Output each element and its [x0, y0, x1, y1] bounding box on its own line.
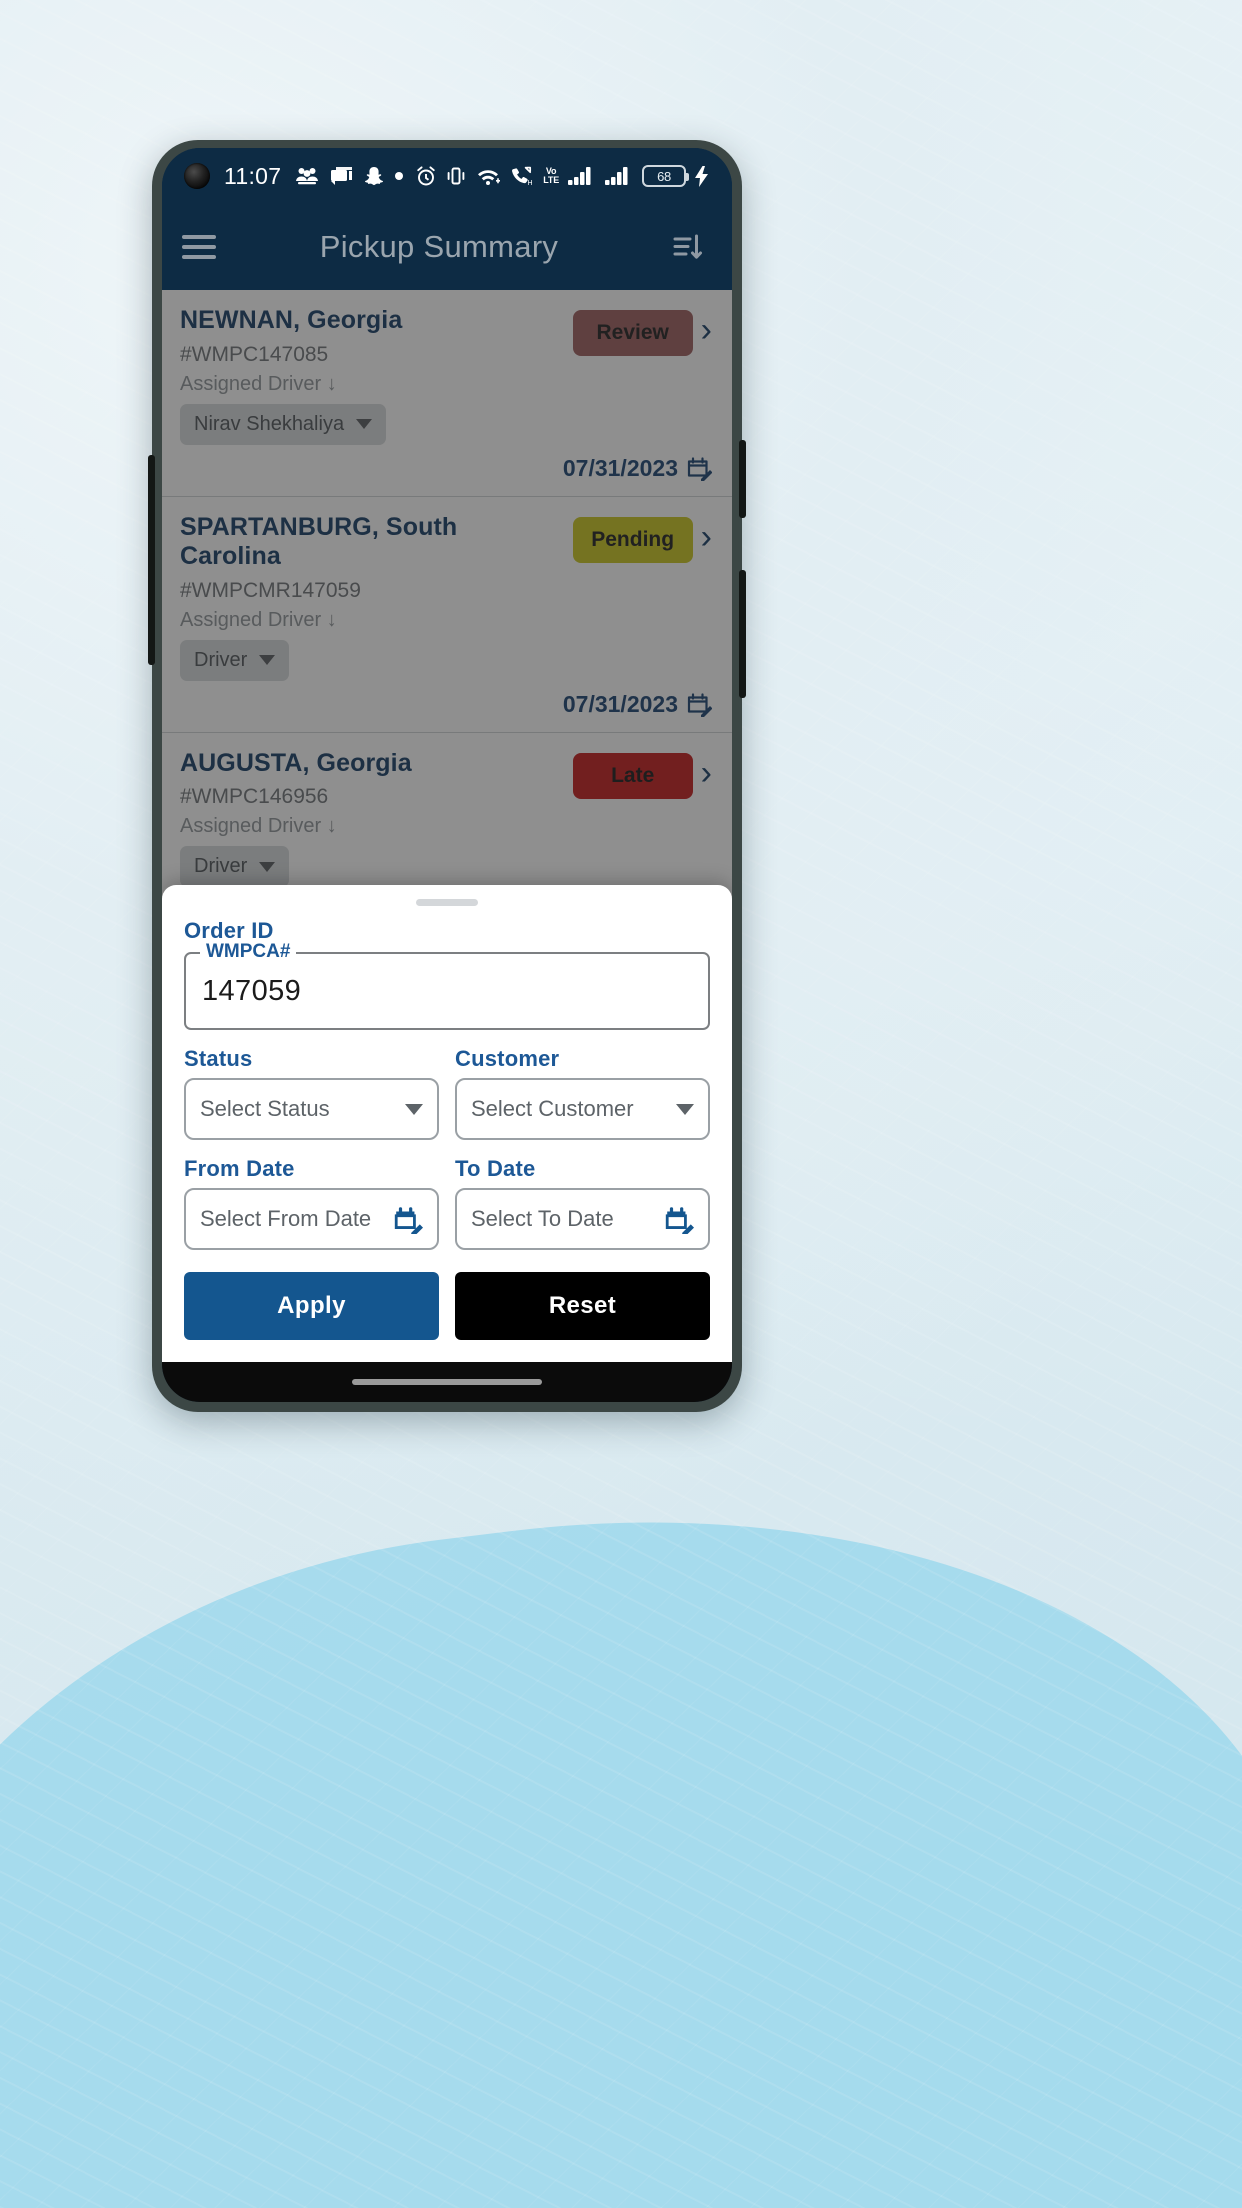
chevron-right-icon[interactable]: › — [701, 310, 712, 350]
wifi-icon — [478, 170, 501, 185]
order-number: #WMPC147085 — [180, 342, 329, 366]
status-field: Status Select Status — [184, 1046, 439, 1140]
order-number: #WMPC146956 — [180, 785, 329, 808]
pickup-date-row[interactable]: 07/31/2023 — [180, 691, 712, 718]
list-item[interactable]: NEWNAN, Georgia #WMPC147085 Assigned Dri… — [162, 290, 732, 497]
to-date-label: To Date — [455, 1156, 536, 1181]
app-bar: Pickup Summary — [162, 204, 732, 290]
pickup-date: 07/31/2023 — [562, 454, 678, 481]
from-date-label: From Date — [184, 1156, 295, 1181]
status-customer-row: Status Select Status Customer Select Cus… — [184, 1046, 710, 1140]
sort-descending-icon[interactable] — [670, 230, 710, 264]
status-badge: Late — [572, 752, 693, 799]
chevron-right-icon[interactable]: › — [701, 753, 712, 793]
volume-button[interactable] — [148, 455, 155, 665]
multi-window-icon — [331, 167, 353, 185]
filter-bottom-sheet: Order ID WMPCA# 147059 Status Select Sta… — [162, 885, 732, 1362]
order-id-legend: WMPCA# — [200, 941, 297, 963]
customer-label: Customer — [455, 1046, 560, 1071]
home-gesture-pill[interactable] — [352, 1379, 542, 1385]
volume-rocker-button[interactable] — [739, 570, 746, 698]
signal-bars-icon — [568, 167, 591, 185]
svg-text:H: H — [528, 180, 533, 187]
missed-call-icon: H — [512, 166, 533, 187]
chevron-down-icon — [356, 419, 373, 429]
pickup-city: NEWNAN, Georgia — [180, 306, 403, 334]
calendar-edit-icon[interactable] — [664, 1204, 694, 1234]
pickup-date: 07/31/2023 — [562, 690, 678, 717]
power-button[interactable] — [739, 440, 746, 518]
to-date-input[interactable]: Select To Date — [455, 1188, 710, 1250]
calendar-edit-icon[interactable] — [393, 1204, 423, 1234]
dot-icon — [395, 172, 404, 180]
order-id-value: 147059 — [202, 974, 302, 1007]
to-date-field: To Date Select To Date — [455, 1156, 710, 1250]
chevron-down-icon — [259, 655, 276, 665]
assigned-driver-label: Assigned Driver ↓ — [180, 608, 337, 631]
pickup-date-row[interactable]: 07/31/2023 — [180, 455, 712, 482]
vibrate-icon — [447, 167, 465, 185]
date-range-row: From Date Select From Date To Date Selec… — [184, 1156, 710, 1250]
phone-device-frame: 11:07 H Vo LTE 68 Pickup Summary NEWNAN,… — [148, 140, 746, 1412]
status-bar-clock: 11:07 — [224, 162, 282, 189]
assigned-driver-label: Assigned Driver ↓ — [180, 815, 337, 837]
snapchat-icon — [365, 166, 384, 185]
driver-name: Driver — [194, 855, 248, 877]
calendar-edit-icon[interactable] — [686, 691, 712, 717]
status-select[interactable]: Select Status — [184, 1078, 439, 1140]
pickup-summary-list-container: NEWNAN, Georgia #WMPC147085 Assigned Dri… — [162, 290, 732, 1362]
chevron-down-icon — [676, 1103, 694, 1115]
pickup-city: SPARTANBURG, South Carolina — [180, 512, 458, 571]
android-navigation-bar — [162, 1362, 732, 1402]
from-date-field: From Date Select From Date — [184, 1156, 439, 1250]
battery-percent-label: 68 — [657, 168, 671, 184]
status-badge: Pending — [572, 516, 693, 563]
driver-select[interactable]: Driver — [180, 846, 290, 887]
from-date-input[interactable]: Select From Date — [184, 1188, 439, 1250]
chevron-down-icon — [405, 1103, 423, 1115]
signal-bars-icon — [605, 167, 628, 185]
driver-select[interactable]: Driver — [180, 639, 290, 681]
status-placeholder: Select Status — [200, 1096, 330, 1121]
charging-bolt-icon — [695, 165, 708, 187]
battery-icon: 68 — [642, 165, 689, 187]
customer-select[interactable]: Select Customer — [455, 1078, 710, 1140]
alarm-icon — [417, 166, 436, 186]
driver-name: Driver — [194, 648, 248, 671]
list-item[interactable]: SPARTANBURG, South Carolina #WMPCMR14705… — [162, 496, 732, 733]
status-label: Status — [184, 1046, 253, 1071]
status-badge: Review — [572, 310, 693, 356]
assigned-driver-label: Assigned Driver ↓ — [180, 372, 337, 395]
sheet-drag-handle[interactable] — [416, 899, 478, 906]
reset-button[interactable]: Reset — [455, 1272, 710, 1340]
pickup-city: AUGUSTA, Georgia — [180, 748, 412, 777]
driver-name: Nirav Shekhaliya — [194, 412, 345, 435]
chevron-down-icon — [259, 861, 276, 872]
group-icon — [296, 168, 319, 185]
chevron-right-icon[interactable]: › — [701, 517, 712, 557]
filter-actions: Apply Reset — [184, 1272, 710, 1340]
front-camera-punch-hole — [184, 163, 210, 189]
volte-icon: Vo LTE — [543, 166, 559, 185]
order-number: #WMPCMR147059 — [180, 578, 361, 602]
order-id-input[interactable]: WMPCA# 147059 — [184, 941, 710, 1030]
status-bar-notification-icons — [295, 166, 404, 187]
page-title: Pickup Summary — [319, 229, 559, 264]
pickup-summary-list: NEWNAN, Georgia #WMPC147085 Assigned Dri… — [162, 290, 732, 939]
phone-screen: 11:07 H Vo LTE 68 Pickup Summary NEWNAN,… — [162, 148, 732, 1402]
calendar-edit-icon[interactable] — [686, 455, 712, 481]
driver-select[interactable]: Nirav Shekhaliya — [180, 403, 387, 445]
from-date-placeholder: Select From Date — [200, 1206, 372, 1231]
to-date-placeholder: Select To Date — [471, 1206, 614, 1231]
status-bar-system-icons: H Vo LTE 68 — [415, 165, 708, 187]
apply-button[interactable]: Apply — [184, 1272, 439, 1340]
customer-field: Customer Select Customer — [455, 1046, 710, 1140]
status-bar: 11:07 H Vo LTE 68 — [162, 148, 732, 204]
customer-placeholder: Select Customer — [471, 1096, 634, 1121]
